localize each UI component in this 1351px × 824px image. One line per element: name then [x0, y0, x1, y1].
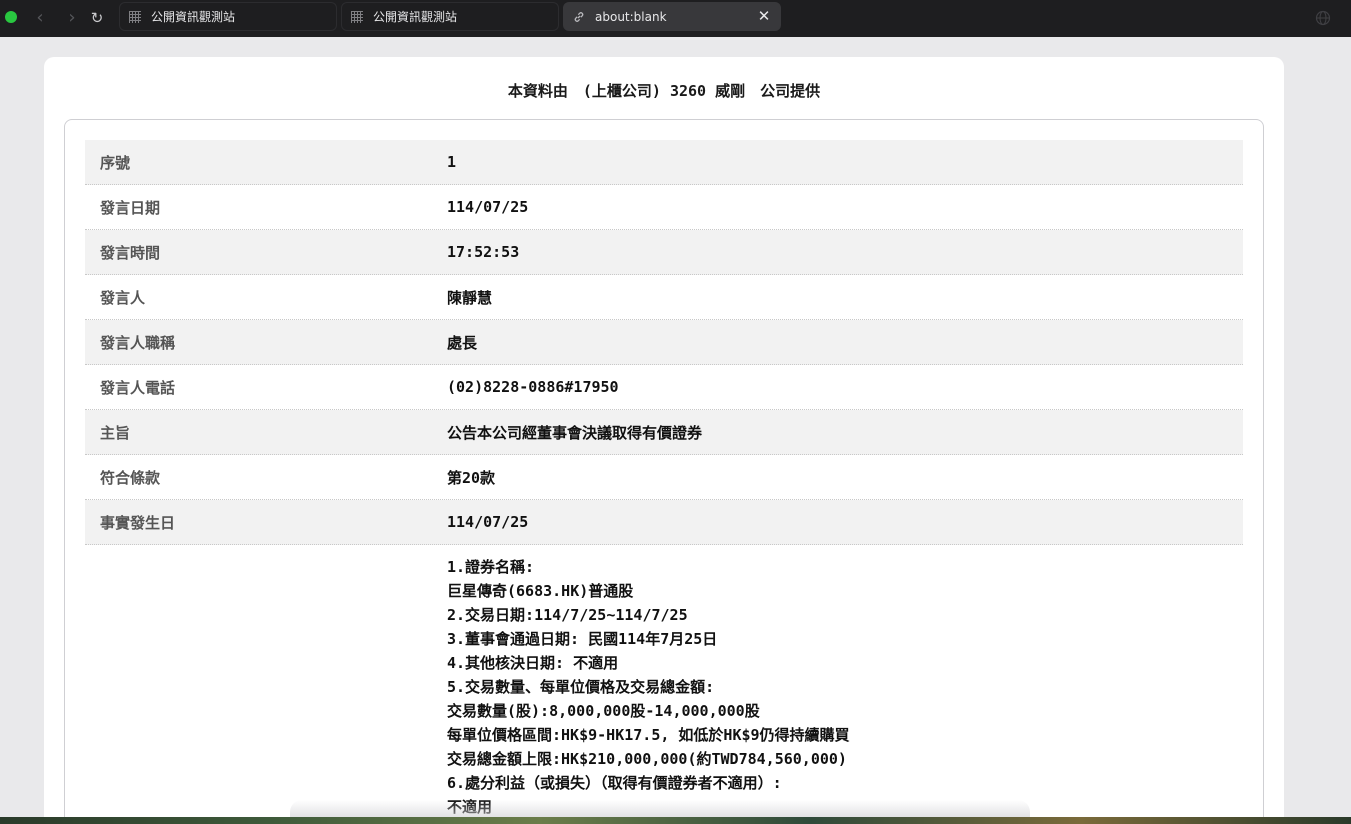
link-icon — [573, 11, 585, 23]
chevron-right-icon: › — [68, 7, 76, 28]
row-value: 處長 — [447, 333, 478, 352]
tab-twse-1[interactable]: 公開資訊觀測站 — [119, 2, 337, 31]
description-text: 1.證券名稱: 巨星傳奇(6683.HK)普通股 2.交易日期:114/7/25… — [447, 555, 1243, 819]
row-label: 序號 — [100, 153, 131, 172]
description-row: 1.證券名稱: 巨星傳奇(6683.HK)普通股 2.交易日期:114/7/25… — [85, 545, 1243, 819]
table-row: 主旨 公告本公司經董事會決議取得有價證券 — [85, 410, 1243, 455]
description-line: 2.交易日期:114/7/25~114/7/25 — [447, 606, 688, 624]
globe-icon[interactable] — [1315, 10, 1331, 26]
row-value: 公告本公司經董事會決議取得有價證券 — [447, 423, 703, 442]
window-zoom-button[interactable] — [5, 11, 17, 23]
browser-toolbar: ‹ › ↻ 公開資訊觀測站 公開資訊觀測站 about:blank ✕ — [0, 0, 1351, 37]
description-line: 1.證券名稱: — [447, 558, 535, 576]
tab-twse-2[interactable]: 公開資訊觀測站 — [341, 2, 559, 31]
row-label: 發言人 — [100, 288, 146, 307]
row-value: 114/07/25 — [447, 513, 529, 531]
row-label: 發言人職稱 — [100, 333, 176, 352]
description-line: 3.董事會通過日期: 民國114年7月25日 — [447, 630, 718, 648]
description-line: 6.處分利益（或損失）（取得有價證券者不適用）: — [447, 774, 782, 792]
table-row: 符合條款 第20款 — [85, 455, 1243, 500]
tab-label: 公開資訊觀測站 — [373, 10, 458, 24]
description-line: 4.其他核決日期: 不適用 — [447, 654, 619, 672]
forward-button[interactable]: › — [61, 7, 83, 29]
description-line: 交易數量(股):8,000,000股-14,000,000股 — [447, 702, 760, 720]
description-line: 交易總金額上限:HK$210,000,000(約TWD784,560,000) — [447, 750, 847, 768]
row-value: 第20款 — [447, 468, 496, 487]
chevron-left-icon: ‹ — [36, 7, 44, 28]
table-row: 發言人電話 (02)8228-0886#17950 — [85, 365, 1243, 410]
row-value: 114/07/25 — [447, 198, 529, 216]
reload-button[interactable]: ↻ — [86, 7, 108, 29]
row-label: 發言時間 — [100, 243, 161, 262]
table-row: 發言人職稱 處長 — [85, 320, 1243, 365]
table-row: 發言日期 114/07/25 — [85, 185, 1243, 230]
row-value: 1 — [447, 153, 457, 171]
row-value: 17:52:53 — [447, 243, 520, 261]
tab-about-blank[interactable]: about:blank ✕ — [563, 2, 781, 31]
tab-label: about:blank — [595, 9, 667, 24]
row-value: (02)8228-0886#17950 — [447, 378, 619, 396]
close-icon[interactable]: ✕ — [756, 8, 772, 24]
tab-label: 公開資訊觀測站 — [151, 10, 236, 24]
description-line: 5.交易數量、每單位價格及交易總金額: — [447, 678, 715, 696]
description-line: 巨星傳奇(6683.HK)普通股 — [447, 582, 634, 600]
table-row: 序號 1 — [85, 140, 1243, 185]
provider-heading: 本資料由 (上櫃公司) 3260 威剛 公司提供 — [507, 82, 821, 100]
row-label: 事實發生日 — [100, 513, 176, 532]
row-label: 發言日期 — [100, 198, 161, 217]
row-label: 符合條款 — [100, 468, 161, 487]
grid-icon — [351, 10, 363, 23]
grid-icon — [129, 10, 141, 23]
table-row: 事實發生日 114/07/25 — [85, 500, 1243, 545]
announcement-table: 序號 1 發言日期 114/07/25 發言時間 17:52:53 發言人 陳靜… — [85, 140, 1243, 819]
row-label: 主旨 — [100, 423, 131, 442]
reload-icon: ↻ — [90, 9, 104, 27]
row-value: 陳靜慧 — [447, 288, 493, 307]
desktop-wallpaper-strip — [0, 817, 1351, 824]
back-button[interactable]: ‹ — [29, 7, 51, 29]
row-label: 發言人電話 — [100, 378, 176, 397]
table-row: 發言人 陳靜慧 — [85, 275, 1243, 320]
description-line: 每單位價格區間:HK$9-HK17.5, 如低於HK$9仍得持續購買 — [447, 726, 850, 744]
table-row: 發言時間 17:52:53 — [85, 230, 1243, 275]
